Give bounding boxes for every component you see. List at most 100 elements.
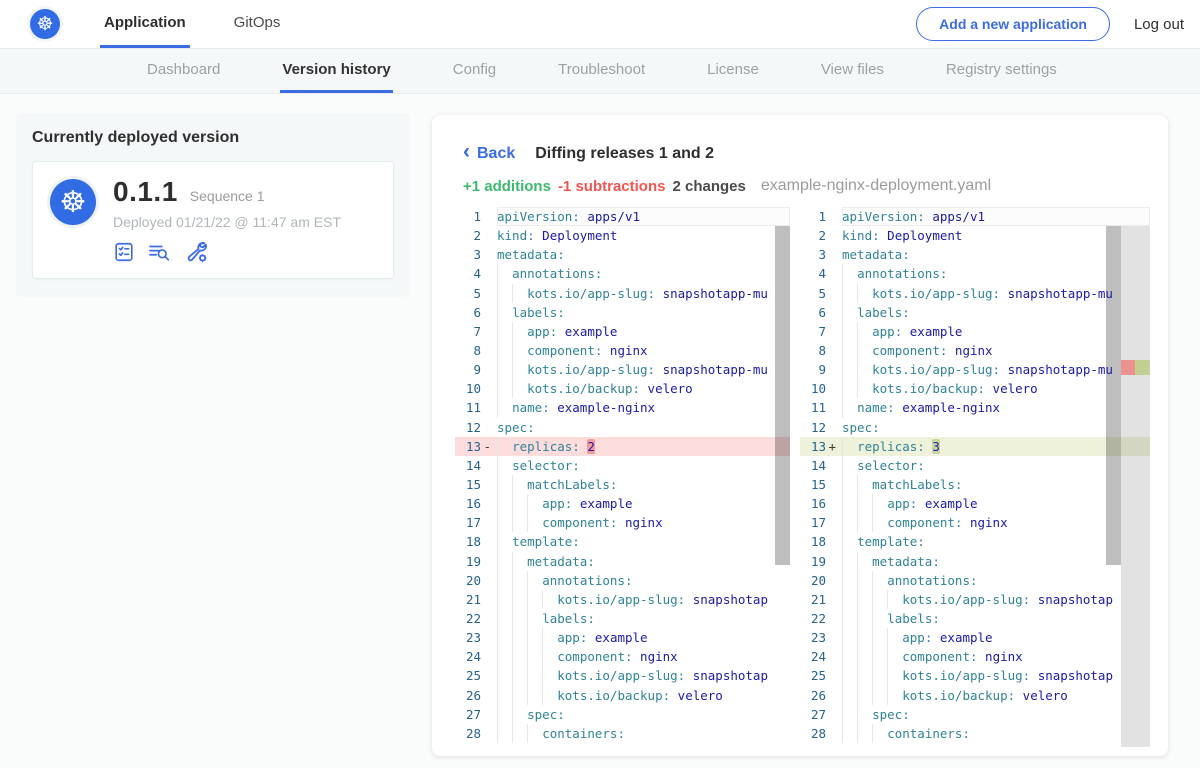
subnav-tab-license[interactable]: License	[705, 48, 761, 93]
diff-marker	[481, 379, 491, 398]
diff-marker	[481, 475, 491, 494]
diff-line: 19 metadata:	[800, 552, 1150, 571]
diff-marker	[826, 647, 836, 666]
diff-marker: -	[481, 437, 491, 456]
subnav-tab-config[interactable]: Config	[451, 48, 498, 93]
diff-line: 22 labels:	[455, 609, 790, 628]
line-number: 27	[455, 705, 481, 724]
diff-marker	[481, 264, 491, 283]
diff-line: 6 labels:	[800, 303, 1150, 322]
subtractions-count: -1 subtractions	[558, 178, 666, 195]
kubernetes-app-icon: ☸	[50, 179, 96, 225]
diff-marker	[481, 686, 491, 705]
diff-line: 13+ replicas: 3	[800, 437, 1150, 456]
subnav-tab-dashboard[interactable]: Dashboard	[145, 48, 222, 93]
topnav-tab-gitops[interactable]: GitOps	[230, 0, 285, 48]
diff-line: 9 kots.io/app-slug: snapshotapp-mu	[800, 360, 1150, 379]
subnav-tab-troubleshoot[interactable]: Troubleshoot	[556, 48, 647, 93]
line-number: 8	[455, 341, 481, 360]
logout-link[interactable]: Log out	[1134, 16, 1184, 33]
line-number: 26	[800, 686, 826, 705]
preflight-checklist-icon[interactable]	[113, 241, 135, 263]
diff-line: 17 component: nginx	[800, 513, 1150, 532]
view-logs-icon[interactable]	[147, 241, 173, 263]
diff-line: 1apiVersion: apps/v1	[455, 207, 790, 226]
line-number: 9	[800, 360, 826, 379]
line-number: 6	[455, 303, 481, 322]
diff-line: 14 selector:	[455, 456, 790, 475]
diff-marker	[826, 207, 836, 226]
diff-marker	[826, 724, 836, 743]
diff-marker	[826, 456, 836, 475]
line-number: 19	[455, 552, 481, 571]
diff-line: 28 containers:	[455, 724, 790, 743]
diff-line: 18 template:	[800, 532, 1150, 551]
diff-line: 25 kots.io/app-slug: snapshotap	[800, 666, 1150, 685]
diff-marker	[826, 284, 836, 303]
kubernetes-logo-icon: ☸	[30, 9, 60, 39]
diff-line: 16 app: example	[455, 494, 790, 513]
diff-line: 8 component: nginx	[455, 341, 790, 360]
line-number: 13	[455, 437, 481, 456]
diff-marker	[481, 552, 491, 571]
line-number: 21	[455, 590, 481, 609]
diff-line: 21 kots.io/app-slug: snapshotap	[455, 590, 790, 609]
diff-marker	[826, 686, 836, 705]
line-number: 17	[800, 513, 826, 532]
back-label: Back	[477, 145, 515, 163]
diff-editor-left[interactable]: 1apiVersion: apps/v12kind: Deployment3me…	[455, 207, 790, 747]
diff-marker	[481, 571, 491, 590]
deployed-timestamp: Deployed 01/21/22 @ 11:47 am EST	[113, 214, 341, 230]
diff-line: 4 annotations:	[455, 264, 790, 283]
subnav-tab-view-files[interactable]: View files	[819, 48, 886, 93]
subnav-tab-version-history[interactable]: Version history	[280, 48, 392, 93]
sequence-label: Sequence 1	[190, 188, 265, 204]
diff-line: 2kind: Deployment	[455, 226, 790, 245]
line-number: 2	[800, 226, 826, 245]
diff-line: 23 app: example	[455, 628, 790, 647]
diff-line: 27 spec:	[455, 705, 790, 724]
line-number: 10	[455, 379, 481, 398]
diff-line: 5 kots.io/app-slug: snapshotapp-mu	[455, 284, 790, 303]
line-number: 14	[800, 456, 826, 475]
add-new-application-button[interactable]: Add a new application	[916, 7, 1110, 41]
diff-editor-right[interactable]: 1apiVersion: apps/v12kind: Deployment3me…	[800, 207, 1150, 747]
topnav-tab-application[interactable]: Application	[100, 0, 190, 48]
line-number: 5	[800, 284, 826, 303]
diff-line: 23 app: example	[800, 628, 1150, 647]
diff-marker	[481, 647, 491, 666]
diff-line: 4 annotations:	[800, 264, 1150, 283]
line-number: 24	[800, 647, 826, 666]
line-number: 27	[800, 705, 826, 724]
diff-line: 5 kots.io/app-slug: snapshotapp-mu	[800, 284, 1150, 303]
line-number: 1	[455, 207, 481, 226]
back-button[interactable]: ‹ Back	[463, 143, 515, 164]
line-number: 6	[800, 303, 826, 322]
diff-line: 26 kots.io/backup: velero	[800, 686, 1150, 705]
line-number: 13	[800, 437, 826, 456]
line-number: 4	[800, 264, 826, 283]
diff-marker	[481, 705, 491, 724]
subnav-tab-registry-settings[interactable]: Registry settings	[944, 48, 1059, 93]
line-number: 25	[455, 666, 481, 685]
back-chevron-icon: ‹	[463, 141, 470, 162]
diff-line: 19 metadata:	[455, 552, 790, 571]
diff-line: 3metadata:	[455, 245, 790, 264]
diff-line: 15 matchLabels:	[455, 475, 790, 494]
line-number: 22	[455, 609, 481, 628]
line-number: 26	[455, 686, 481, 705]
diff-header: ‹ Back Diffing releases 1 and 2	[463, 143, 1150, 164]
diff-marker	[826, 475, 836, 494]
diff-marker	[826, 303, 836, 322]
line-number: 17	[455, 513, 481, 532]
line-number: 5	[455, 284, 481, 303]
diff-line: 3metadata:	[800, 245, 1150, 264]
diff-marker	[481, 418, 491, 437]
diff-marker: +	[826, 437, 836, 456]
edit-config-icon[interactable]	[185, 240, 209, 264]
diff-line: 17 component: nginx	[455, 513, 790, 532]
line-number: 7	[800, 322, 826, 341]
line-number: 9	[455, 360, 481, 379]
line-number: 20	[455, 571, 481, 590]
diff-line: 8 component: nginx	[800, 341, 1150, 360]
